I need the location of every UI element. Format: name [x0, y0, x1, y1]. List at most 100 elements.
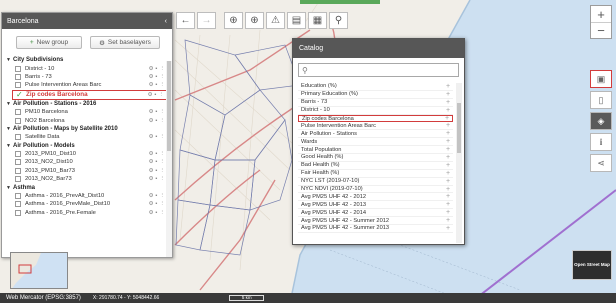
caret-down-icon[interactable]: ▼ — [6, 126, 13, 132]
add-icon[interactable]: + — [443, 138, 453, 145]
caret-down-icon[interactable]: ▼ — [6, 185, 13, 191]
info-icon[interactable]: i — [590, 133, 612, 151]
image-icon[interactable]: ▪ — [156, 118, 158, 124]
layer-group[interactable]: ▼ Air Pollution - Maps by Satellite 2010 — [6, 125, 168, 133]
catalog-item[interactable]: Avg PM25 UHF 42 - Summer 2012 + — [298, 217, 453, 226]
catalog-item[interactable]: Avg PM25 UHF 42 - 2014 + — [298, 209, 453, 218]
layer-row[interactable]: NO2 Barcelona ⚙ ▪ ⋮ — [6, 116, 168, 124]
catalog-item[interactable]: Air Pollution - Stations + — [298, 130, 453, 139]
add-icon[interactable]: + — [443, 217, 453, 224]
layer-checkbox[interactable] — [15, 117, 21, 124]
image-icon[interactable]: ▪ — [156, 201, 158, 207]
search-icon[interactable]: ⚲ — [329, 12, 348, 29]
layer-row[interactable]: Asthma - 2016_Pre.Female ⚙ ▪ ⋮ — [6, 209, 168, 217]
layer-checkbox[interactable] — [15, 82, 21, 89]
add-icon[interactable]: + — [442, 115, 452, 122]
gear-icon[interactable]: ⚙ — [148, 92, 153, 98]
catalog-item[interactable]: Avg PM25 UHF 42 - 2012 + — [298, 193, 453, 202]
more-icon[interactable]: ⋮ — [160, 134, 166, 140]
more-icon[interactable]: ⋮ — [160, 159, 166, 165]
layer-group[interactable]: ▼ Air Pollution - Models — [6, 142, 168, 150]
layer-group[interactable]: ▼ Air Pollution - Stations - 2016 — [6, 100, 168, 108]
add-icon[interactable]: + — [443, 178, 453, 185]
arrow-right-icon[interactable]: → — [197, 12, 216, 29]
gear-icon[interactable]: ⚙ — [149, 210, 154, 216]
more-icon[interactable]: ⋮ — [160, 176, 166, 182]
layer-checkbox[interactable] — [15, 176, 21, 183]
gear-icon[interactable]: ⚙ — [149, 159, 154, 165]
image-icon[interactable]: ▪ — [156, 168, 158, 174]
layer-row[interactable]: 2013_NO2_Dist10 ⚙ ▪ ⋮ — [6, 158, 168, 166]
layers-icon[interactable]: ▤ — [287, 12, 306, 29]
layer-checkbox[interactable] — [15, 159, 21, 166]
layer-checkbox[interactable] — [15, 193, 21, 200]
layer-row[interactable]: Asthma - 2016_PrevAlt_Dist10 ⚙ ▪ ⋮ — [6, 192, 168, 200]
more-icon[interactable]: ⋮ — [160, 168, 166, 174]
gear-icon[interactable]: ⚙ — [149, 201, 154, 207]
add-icon[interactable]: + — [443, 193, 453, 200]
catalog-item[interactable]: District - 10 + — [298, 107, 453, 115]
add-icon[interactable]: + — [443, 122, 453, 129]
add-icon[interactable]: + — [443, 146, 453, 153]
warning-icon[interactable]: ⚠ — [266, 12, 285, 29]
add-icon[interactable]: + — [443, 201, 453, 208]
catalog-item[interactable]: Primary Education (%) + — [298, 91, 453, 99]
add-icon[interactable]: + — [443, 162, 453, 169]
gear-icon[interactable]: ⚙ — [149, 134, 154, 140]
layer-checkbox[interactable] — [15, 109, 21, 116]
catalog-item[interactable]: Pulse Intervention Areas Barc + — [298, 122, 453, 131]
gear-icon[interactable]: ⚙ — [149, 168, 154, 174]
layer-group[interactable]: ▼ City Subdivisions — [6, 56, 168, 64]
add-icon[interactable]: + — [443, 209, 453, 216]
catalog-item[interactable]: Zip codes Barcelona + — [298, 114, 453, 123]
image-icon[interactable]: ▪ — [156, 176, 158, 182]
layer-group[interactable]: ▼ Asthma — [6, 183, 168, 191]
catalog-item[interactable]: Avg PM25 UHF 42 - Summer 2013 + — [298, 225, 453, 233]
layer-row[interactable]: ✓ Zip codes Barcelona ⚙ ▪ ⋮ — [12, 89, 168, 100]
image-icon[interactable]: ▪ — [156, 66, 158, 72]
plus-circle-icon[interactable]: ⊕ — [245, 12, 264, 29]
layer-checkbox[interactable] — [15, 209, 21, 216]
image-icon[interactable]: ▪ — [156, 159, 158, 165]
gear-icon[interactable]: ⚙ — [149, 74, 154, 80]
more-icon[interactable]: ⋮ — [159, 92, 165, 98]
add-icon[interactable]: + — [443, 170, 453, 177]
share-icon[interactable]: ⋖ — [590, 154, 612, 172]
document-icon[interactable]: ▯ — [590, 91, 612, 109]
save-icon[interactable]: ▣ — [590, 70, 612, 88]
caret-down-icon[interactable]: ▼ — [6, 101, 13, 107]
add-icon[interactable]: + — [443, 154, 453, 161]
catalog-item[interactable]: Avg PM25 UHF 42 - 2013 + — [298, 201, 453, 210]
more-icon[interactable]: ⋮ — [160, 118, 166, 124]
bookmark-icon[interactable]: ▦ — [308, 12, 327, 29]
image-icon[interactable]: ▪ — [156, 193, 158, 199]
more-icon[interactable]: ⋮ — [160, 201, 166, 207]
overview-minimap[interactable] — [10, 252, 68, 289]
layer-row[interactable]: Barris - 73 ⚙ ▪ ⋮ — [6, 73, 168, 81]
more-icon[interactable]: ⋮ — [160, 82, 166, 88]
catalog-item[interactable]: NYC NDVI (2019-07-10) + — [298, 186, 453, 194]
more-icon[interactable]: ⋮ — [160, 151, 166, 157]
chevron-left-icon[interactable]: ‹ — [165, 18, 167, 25]
scrollbar-thumb[interactable] — [457, 103, 461, 153]
checkmark-icon[interactable]: ✓ — [16, 90, 23, 99]
gear-icon[interactable]: ⚙ — [149, 151, 154, 157]
image-icon[interactable]: ▪ — [156, 134, 158, 140]
catalog-item[interactable]: Education (%) + — [298, 83, 453, 91]
add-icon[interactable]: + — [443, 130, 453, 137]
catalog-item[interactable]: NYC LST (2019-07-10) + — [298, 178, 453, 186]
gear-icon[interactable]: ⚙ — [149, 193, 154, 199]
zoom-in-button[interactable]: + — [591, 6, 611, 22]
set-baselayers-button[interactable]: ⚙ Set baselayers — [90, 36, 160, 49]
add-icon[interactable]: + — [443, 99, 453, 106]
add-icon[interactable]: + — [443, 83, 453, 90]
basemap-switcher[interactable]: Open Street Map — [572, 250, 612, 280]
zoom-out-button[interactable]: − — [591, 22, 611, 38]
image-icon[interactable]: ▪ — [156, 151, 158, 157]
gear-icon[interactable]: ⚙ — [149, 118, 154, 124]
globe-icon[interactable]: ⊕ — [224, 12, 243, 29]
layer-checkbox[interactable] — [15, 167, 21, 174]
scrollbar-thumb[interactable] — [167, 61, 171, 151]
gear-icon[interactable]: ⚙ — [149, 176, 154, 182]
layer-checkbox[interactable] — [15, 65, 21, 72]
